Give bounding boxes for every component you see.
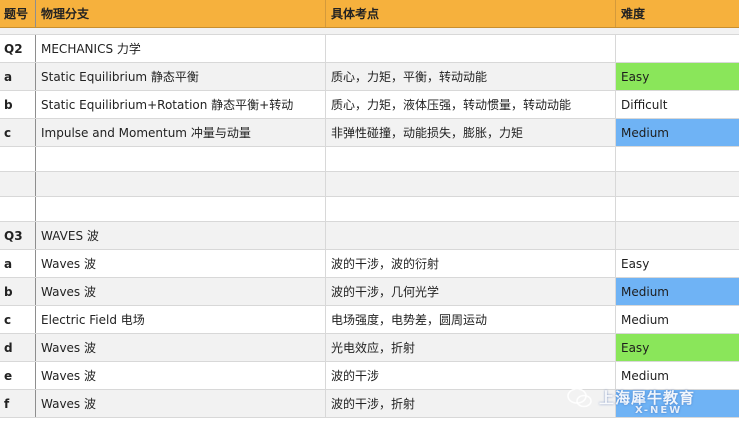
cell-points[interactable]: 波的干涉，几何光学 [326,278,616,305]
cell-difficulty[interactable]: Medium [616,362,739,389]
frozen-divider [0,28,739,35]
cell-number[interactable]: f [0,390,36,417]
cell-points[interactable]: 质心，力矩，液体压强，转动惯量，转动动能 [326,91,616,118]
header-cell-branch[interactable]: 物理分支 [36,0,326,27]
table-row: b Static Equilibrium+Rotation 静态平衡+转动 质心… [0,91,739,119]
cell-branch[interactable]: Static Equilibrium 静态平衡 [36,63,326,90]
cell-number[interactable]: d [0,334,36,361]
cell-branch[interactable]: WAVES 波 [36,222,326,249]
cell-points[interactable]: 电场强度，电势差，圆周运动 [326,306,616,333]
cell-difficulty[interactable] [616,197,739,221]
cell-branch[interactable]: Waves 波 [36,278,326,305]
table-row: b Waves 波 波的干涉，几何光学 Medium [0,278,739,306]
cell-number[interactable] [0,172,36,196]
cell-difficulty[interactable] [616,147,739,171]
cell-branch[interactable]: MECHANICS 力学 [36,35,326,62]
table-row: c Impulse and Momentum 冲量与动量 非弹性碰撞，动能损失，… [0,119,739,147]
table-row: e Waves 波 波的干涉 Medium [0,362,739,390]
cell-points[interactable] [326,35,616,62]
cell-points[interactable]: 质心，力矩，平衡，转动动能 [326,63,616,90]
table-row: f Waves 波 波的干涉，折射 [0,390,739,418]
header-cell-difficulty[interactable]: 难度 [616,0,739,27]
cell-branch[interactable] [36,172,326,196]
cell-number[interactable]: c [0,119,36,146]
table-row: Q2 MECHANICS 力学 [0,35,739,63]
cell-branch[interactable]: Electric Field 电场 [36,306,326,333]
cell-number[interactable]: Q2 [0,35,36,62]
cell-branch[interactable]: Waves 波 [36,362,326,389]
cell-points[interactable]: 波的干涉，折射 [326,390,616,417]
cell-difficulty[interactable] [616,35,739,62]
cell-points[interactable]: 波的干涉 [326,362,616,389]
cell-number[interactable]: b [0,91,36,118]
cell-number[interactable] [0,197,36,221]
cell-difficulty[interactable]: Difficult [616,91,739,118]
header-row: 题号 物理分支 具体考点 难度 [0,0,739,28]
cell-points[interactable]: 非弹性碰撞，动能损失，膨胀，力矩 [326,119,616,146]
cell-branch[interactable]: Impulse and Momentum 冲量与动量 [36,119,326,146]
cell-number[interactable] [0,147,36,171]
table-row: c Electric Field 电场 电场强度，电势差，圆周运动 Medium [0,306,739,334]
table-row: a Static Equilibrium 静态平衡 质心，力矩，平衡，转动动能 … [0,63,739,91]
cell-number[interactable]: a [0,250,36,277]
cell-number[interactable]: a [0,63,36,90]
cell-difficulty[interactable]: Easy [616,63,739,90]
cell-difficulty[interactable]: Easy [616,250,739,277]
cell-difficulty[interactable]: Medium [616,119,739,146]
header-cell-number[interactable]: 题号 [0,0,36,27]
cell-difficulty[interactable]: Easy [616,334,739,361]
cell-points[interactable] [326,197,616,221]
cell-points[interactable] [326,147,616,171]
cell-number[interactable]: b [0,278,36,305]
table-row [0,172,739,197]
cell-difficulty[interactable]: Medium [616,306,739,333]
cell-points[interactable] [326,172,616,196]
table-row [0,197,739,222]
table-row: a Waves 波 波的干涉，波的衍射 Easy [0,250,739,278]
cell-branch[interactable]: Waves 波 [36,390,326,417]
header-cell-points[interactable]: 具体考点 [326,0,616,27]
cell-branch[interactable] [36,147,326,171]
cell-difficulty[interactable] [616,390,739,417]
cell-number[interactable]: Q3 [0,222,36,249]
cell-points[interactable]: 光电效应，折射 [326,334,616,361]
table-row [0,147,739,172]
cell-branch[interactable]: Static Equilibrium+Rotation 静态平衡+转动 [36,91,326,118]
spreadsheet: 题号 物理分支 具体考点 难度 Q2 MECHANICS 力学 a Static… [0,0,739,418]
cell-number[interactable]: c [0,306,36,333]
cell-difficulty[interactable]: Medium [616,278,739,305]
cell-number[interactable]: e [0,362,36,389]
cell-branch[interactable]: Waves 波 [36,250,326,277]
table-row: Q3 WAVES 波 [0,222,739,250]
cell-branch[interactable]: Waves 波 [36,334,326,361]
cell-points[interactable] [326,222,616,249]
cell-points[interactable]: 波的干涉，波的衍射 [326,250,616,277]
cell-difficulty[interactable] [616,222,739,249]
cell-difficulty[interactable] [616,172,739,196]
cell-branch[interactable] [36,197,326,221]
table-row: d Waves 波 光电效应，折射 Easy [0,334,739,362]
